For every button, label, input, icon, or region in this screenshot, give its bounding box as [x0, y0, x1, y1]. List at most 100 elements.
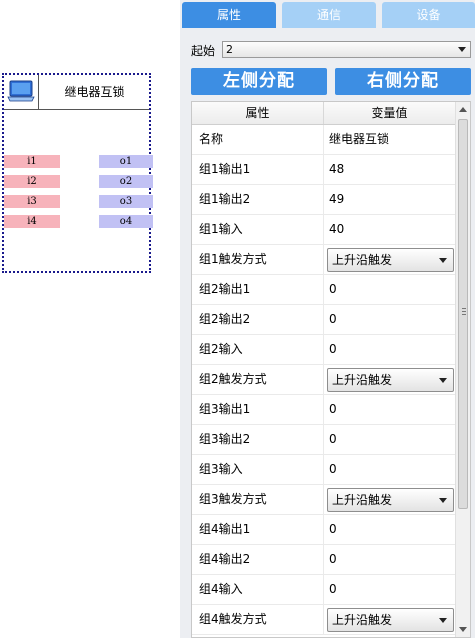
input-pin-i3[interactable]: i3	[4, 195, 60, 208]
block-title: 继电器互锁	[64, 85, 125, 99]
property-grid: 属性 变量值 名称 继电器互锁 组1输出1 48 组1输出2 49 组1输入 40 组1触发方式…	[191, 101, 471, 638]
computer-icon	[7, 80, 35, 102]
start-select[interactable]: 2	[222, 41, 471, 58]
table-row[interactable]: 组1触发方式 上升沿触发	[192, 245, 455, 275]
property-value[interactable]: 0	[329, 455, 337, 484]
property-value[interactable]: 继电器互锁	[329, 125, 389, 154]
column-divider	[323, 185, 324, 214]
property-name: 组2输入	[199, 342, 243, 356]
output-pin-o2[interactable]: o2	[99, 175, 153, 188]
trigger-mode-select[interactable]: 上升沿触发	[327, 368, 454, 392]
property-value[interactable]: 0	[329, 515, 337, 544]
table-row[interactable]: 组4输出2 0	[192, 545, 455, 575]
scroll-thumb[interactable]	[458, 119, 468, 509]
property-name: 组3输出2	[199, 432, 251, 446]
column-header-property[interactable]: 属性	[192, 102, 324, 124]
chevron-down-icon	[439, 498, 447, 503]
column-divider	[323, 275, 324, 304]
property-name: 组1触发方式	[199, 252, 267, 266]
table-row[interactable]: 组3输出2 0	[192, 425, 455, 455]
relay-interlock-block[interactable]: 继电器互锁 i1 i2 i3 i4 o1 o2 o3 o4	[2, 73, 153, 273]
trigger-mode-select[interactable]: 上升沿触发	[327, 488, 454, 512]
grip-line	[462, 308, 466, 309]
assign-right-button[interactable]: 右侧分配	[335, 68, 471, 95]
property-name: 组3输入	[199, 462, 243, 476]
input-pin-i4[interactable]: i4	[4, 215, 60, 228]
column-divider	[323, 335, 324, 364]
tab-properties[interactable]: 属性	[182, 2, 276, 28]
chevron-down-icon	[439, 378, 447, 383]
table-row[interactable]: 组1输入 40	[192, 215, 455, 245]
tab-device[interactable]: 设备	[382, 2, 475, 28]
table-row[interactable]: 组3输入 0	[192, 455, 455, 485]
assign-left-button[interactable]: 左侧分配	[191, 68, 327, 95]
property-value[interactable]: 0	[329, 305, 337, 334]
column-divider	[323, 215, 324, 244]
property-value[interactable]: 0	[329, 335, 337, 364]
table-row[interactable]: 组3触发方式 上升沿触发	[192, 485, 455, 515]
property-name: 组1输出1	[199, 162, 251, 176]
grid-header: 属性 变量值	[192, 102, 455, 125]
property-name: 组2输出1	[199, 282, 251, 296]
chevron-down-icon	[439, 258, 447, 263]
input-pin-i2[interactable]: i2	[4, 175, 60, 188]
output-pin-o1[interactable]: o1	[99, 155, 153, 168]
output-pin-o3[interactable]: o3	[99, 195, 153, 208]
property-name: 组2触发方式	[199, 372, 267, 386]
trigger-mode-select[interactable]: 上升沿触发	[327, 248, 454, 272]
table-row[interactable]: 组1输出2 49	[192, 185, 455, 215]
table-row[interactable]: 组4输出1 0	[192, 515, 455, 545]
table-row[interactable]: 组2输出2 0	[192, 305, 455, 335]
property-value[interactable]: 0	[329, 395, 337, 424]
start-select-value: 2	[226, 43, 233, 56]
trigger-mode-value: 上升沿触发	[332, 493, 393, 507]
property-value[interactable]: 49	[329, 185, 344, 214]
tab-communication[interactable]: 通信	[282, 2, 376, 28]
start-row: 起始 2	[180, 40, 475, 60]
property-name: 组4输入	[199, 582, 243, 596]
column-divider	[323, 155, 324, 184]
chevron-down-icon	[458, 47, 466, 52]
design-canvas[interactable]: 继电器互锁 i1 i2 i3 i4 o1 o2 o3 o4	[0, 0, 180, 638]
table-row[interactable]: 组2触发方式 上升沿触发	[192, 365, 455, 395]
property-name: 组4输出1	[199, 522, 251, 536]
trigger-mode-select[interactable]: 上升沿触发	[327, 608, 454, 632]
table-row[interactable]: 组2输入 0	[192, 335, 455, 365]
column-divider	[323, 245, 324, 274]
grip-line	[462, 314, 466, 315]
column-divider	[323, 605, 324, 634]
column-divider	[323, 395, 324, 424]
column-divider	[323, 455, 324, 484]
scroll-up-icon[interactable]	[459, 107, 467, 112]
property-value[interactable]: 48	[329, 155, 344, 184]
properties-panel: 属性 通信 设备 起始 2 左侧分配 右侧分配 属性 变量值 名称 继电器互锁 组1…	[180, 0, 475, 638]
column-divider	[323, 575, 324, 604]
scroll-down-icon[interactable]	[459, 627, 467, 632]
property-name: 名称	[199, 132, 224, 146]
property-name: 组4触发方式	[199, 612, 267, 626]
table-row[interactable]: 组2输出1 0	[192, 275, 455, 305]
table-row[interactable]: 组4触发方式 上升沿触发	[192, 605, 455, 635]
property-name: 组3输出1	[199, 402, 251, 416]
table-row[interactable]: 名称 继电器互锁	[192, 125, 455, 155]
column-divider	[323, 425, 324, 454]
input-pin-i1[interactable]: i1	[4, 155, 60, 168]
property-value[interactable]: 0	[329, 425, 337, 454]
property-value[interactable]: 40	[329, 215, 344, 244]
column-divider	[323, 125, 324, 154]
table-row[interactable]: 组1输出1 48	[192, 155, 455, 185]
property-value[interactable]: 0	[329, 545, 337, 574]
start-label: 起始	[191, 44, 216, 58]
trigger-mode-value: 上升沿触发	[332, 613, 393, 627]
output-pin-o4[interactable]: o4	[99, 215, 153, 228]
table-row[interactable]: 组3输出1 0	[192, 395, 455, 425]
column-divider	[323, 365, 324, 394]
vertical-scrollbar[interactable]	[455, 102, 470, 637]
property-value[interactable]: 0	[329, 275, 337, 304]
table-row[interactable]: 组4输入 0	[192, 575, 455, 605]
column-header-value[interactable]: 变量值	[324, 102, 455, 124]
block-header: 继电器互锁	[4, 75, 149, 110]
column-divider	[323, 545, 324, 574]
property-value[interactable]: 0	[329, 575, 337, 604]
column-divider	[323, 515, 324, 544]
